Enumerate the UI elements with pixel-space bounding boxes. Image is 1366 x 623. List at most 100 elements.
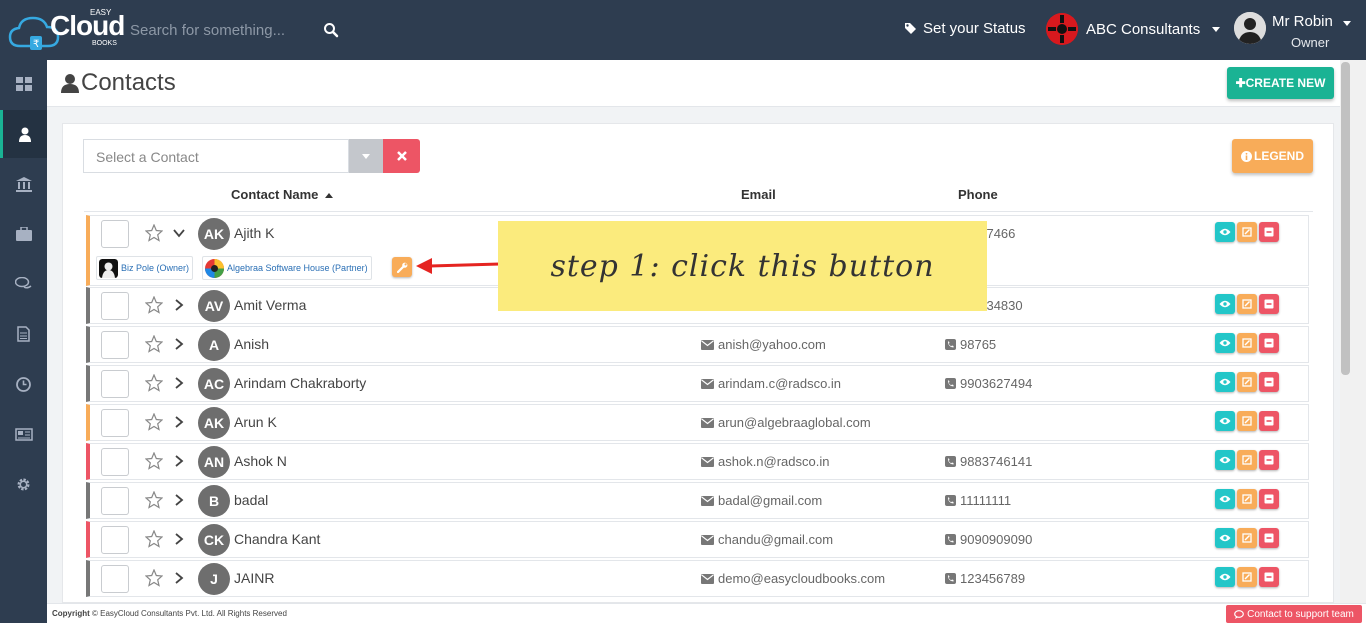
- edit-button[interactable]: [1237, 489, 1257, 509]
- sidebar-item-briefcase[interactable]: [0, 210, 47, 258]
- sidebar-item-documents[interactable]: [0, 310, 47, 358]
- close-icon: [396, 151, 407, 161]
- edit-button[interactable]: [1237, 411, 1257, 431]
- delete-button[interactable]: [1259, 528, 1279, 548]
- sidebar-item-settings[interactable]: [0, 460, 47, 508]
- edit-button[interactable]: [1237, 372, 1257, 392]
- table-row[interactable]: A Anish anish@yahoo.com 98765: [86, 326, 1309, 363]
- contact-select[interactable]: Select a Contact: [83, 139, 349, 173]
- sidebar-item-news[interactable]: [0, 410, 47, 458]
- legend-button[interactable]: LEGEND: [1232, 139, 1313, 173]
- column-header-name[interactable]: Contact Name: [231, 187, 334, 202]
- chevron-right-icon[interactable]: [173, 533, 185, 545]
- delete-button[interactable]: [1259, 489, 1279, 509]
- edit-button[interactable]: [1237, 222, 1257, 242]
- chevron-right-icon[interactable]: [173, 572, 185, 584]
- star-icon[interactable]: [145, 296, 163, 314]
- table-row[interactable]: AN Ashok N ashok.n@radsco.in 9883746141: [86, 443, 1309, 480]
- sidebar-item-contacts[interactable]: [0, 110, 47, 158]
- view-button[interactable]: [1215, 489, 1235, 509]
- star-icon[interactable]: [145, 224, 163, 242]
- delete-button[interactable]: [1259, 222, 1279, 242]
- view-button[interactable]: [1215, 411, 1235, 431]
- row-checkbox[interactable]: [101, 292, 129, 320]
- table-row[interactable]: AC Arindam Chakraborty arindam.c@radsco.in…: [86, 365, 1309, 402]
- contact-name[interactable]: JAINR: [234, 570, 274, 586]
- delete-button[interactable]: [1259, 567, 1279, 587]
- chevron-right-icon[interactable]: [173, 416, 185, 428]
- view-button[interactable]: [1215, 528, 1235, 548]
- contact-name[interactable]: Arun K: [234, 414, 277, 430]
- delete-button[interactable]: [1259, 294, 1279, 314]
- view-button[interactable]: [1215, 450, 1235, 470]
- row-checkbox[interactable]: [101, 487, 129, 515]
- sidebar-item-chat[interactable]: [0, 260, 47, 308]
- phone-icon: [945, 339, 956, 350]
- edit-button[interactable]: [1237, 294, 1257, 314]
- row-checkbox[interactable]: [101, 565, 129, 593]
- sidebar-item-dashboard[interactable]: [0, 60, 47, 108]
- star-icon[interactable]: [145, 530, 163, 548]
- clear-select-button[interactable]: [383, 139, 420, 173]
- edit-button[interactable]: [1237, 333, 1257, 353]
- chevron-right-icon[interactable]: [173, 338, 185, 350]
- edit-button[interactable]: [1237, 567, 1257, 587]
- edit-button[interactable]: [1237, 528, 1257, 548]
- view-button[interactable]: [1215, 294, 1235, 314]
- view-button[interactable]: [1215, 333, 1235, 353]
- contact-name[interactable]: badal: [234, 492, 268, 508]
- row-checkbox[interactable]: [101, 448, 129, 476]
- sidebar-item-history[interactable]: [0, 360, 47, 408]
- contact-name[interactable]: Arindam Chakraborty: [234, 375, 366, 391]
- row-checkbox[interactable]: [101, 370, 129, 398]
- chevron-right-icon[interactable]: [173, 299, 185, 311]
- view-button[interactable]: [1215, 222, 1235, 242]
- table-row[interactable]: CK Chandra Kant chandu@gmail.com 9090909090: [86, 521, 1309, 558]
- company-tag[interactable]: Algebraa Software House (Partner): [202, 256, 372, 280]
- search-icon[interactable]: [323, 22, 339, 38]
- contact-phone: 9903627494: [945, 376, 1032, 391]
- chevron-down-icon[interactable]: [173, 227, 185, 239]
- search-input[interactable]: [126, 16, 316, 44]
- scrollbar-thumb[interactable]: [1341, 62, 1350, 375]
- star-icon[interactable]: [145, 413, 163, 431]
- company-switcher[interactable]: ABC Consultants: [1046, 13, 1221, 45]
- star-icon[interactable]: [145, 335, 163, 353]
- chevron-right-icon[interactable]: [173, 494, 185, 506]
- brand-logo[interactable]: ₹ Cloud EASY BOOKS: [8, 6, 125, 52]
- contact-name[interactable]: Amit Verma: [234, 297, 306, 313]
- view-button[interactable]: [1215, 372, 1235, 392]
- delete-button[interactable]: [1259, 333, 1279, 353]
- row-checkbox[interactable]: [101, 220, 129, 248]
- row-checkbox[interactable]: [101, 331, 129, 359]
- manage-companies-button[interactable]: [392, 257, 412, 277]
- sidebar-item-bank[interactable]: [0, 160, 47, 208]
- star-icon[interactable]: [145, 452, 163, 470]
- star-icon[interactable]: [145, 374, 163, 392]
- user-menu[interactable]: Mr Robin Owner: [1234, 10, 1364, 54]
- table-row[interactable]: AK Arun K arun@algebraaglobal.com: [86, 404, 1309, 441]
- contact-support-button[interactable]: Contact to support team: [1226, 605, 1362, 623]
- company-tag[interactable]: Biz Pole (Owner): [96, 256, 194, 280]
- contact-name[interactable]: Chandra Kant: [234, 531, 320, 547]
- contact-name[interactable]: Anish: [234, 336, 269, 352]
- eye-icon: [1219, 573, 1231, 581]
- contact-name[interactable]: Ashok N: [234, 453, 287, 469]
- row-checkbox[interactable]: [101, 526, 129, 554]
- select-dropdown-button[interactable]: [349, 139, 383, 173]
- create-new-button[interactable]: ✚CREATE NEW: [1227, 67, 1334, 99]
- table-row[interactable]: Bbadal badal@gmail.com 11111111: [86, 482, 1309, 519]
- edit-button[interactable]: [1237, 450, 1257, 470]
- star-icon[interactable]: [145, 569, 163, 587]
- star-icon[interactable]: [145, 491, 163, 509]
- set-status-link[interactable]: Set your Status: [904, 20, 1026, 37]
- delete-button[interactable]: [1259, 411, 1279, 431]
- row-checkbox[interactable]: [101, 409, 129, 437]
- chevron-right-icon[interactable]: [173, 455, 185, 467]
- chevron-right-icon[interactable]: [173, 377, 185, 389]
- view-button[interactable]: [1215, 567, 1235, 587]
- table-row[interactable]: J JAINR demo@easycloudbooks.com 123456789: [86, 560, 1309, 597]
- delete-button[interactable]: [1259, 372, 1279, 392]
- delete-button[interactable]: [1259, 450, 1279, 470]
- contact-name[interactable]: Ajith K: [234, 225, 274, 241]
